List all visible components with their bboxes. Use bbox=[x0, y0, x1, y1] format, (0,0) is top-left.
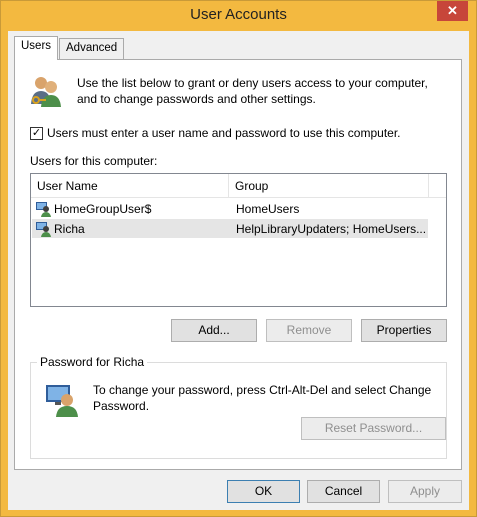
users-listview[interactable]: User Name Group HomeGroupUser$ HomeUsers bbox=[30, 173, 447, 307]
tab-advanced-label: Advanced bbox=[66, 42, 118, 54]
cancel-button[interactable]: Cancel bbox=[307, 480, 380, 503]
user-name-cell: HomeGroupUser$ bbox=[54, 202, 152, 216]
column-separator[interactable] bbox=[428, 174, 429, 198]
tab-advanced[interactable]: Advanced bbox=[59, 38, 125, 59]
table-row[interactable]: HomeGroupUser$ HomeUsers bbox=[32, 199, 428, 218]
listview-header: User Name Group bbox=[31, 174, 446, 198]
user-password-icon bbox=[46, 385, 78, 417]
users-tab-panel: Use the list below to grant or deny user… bbox=[14, 59, 462, 470]
password-group-title: Password for Richa bbox=[37, 355, 148, 369]
title-bar[interactable]: User Accounts ✕ bbox=[1, 1, 476, 31]
users-list-caption: Users for this computer: bbox=[30, 154, 158, 168]
column-separator[interactable] bbox=[228, 174, 229, 198]
user-account-icon bbox=[36, 202, 51, 217]
user-accounts-window: User Accounts ✕ Users Advanced Use the l… bbox=[0, 0, 477, 517]
column-header-group[interactable]: Group bbox=[235, 179, 268, 193]
apply-button[interactable]: Apply bbox=[388, 480, 462, 503]
reset-password-button[interactable]: Reset Password... bbox=[301, 417, 446, 440]
user-name-cell: Richa bbox=[54, 222, 85, 236]
require-login-row[interactable]: ✓ Users must enter a user name and passw… bbox=[30, 126, 401, 140]
ok-button[interactable]: OK bbox=[227, 480, 300, 503]
add-user-button[interactable]: Add... bbox=[171, 319, 257, 342]
require-login-checkbox[interactable]: ✓ bbox=[30, 126, 43, 140]
close-button[interactable]: ✕ bbox=[437, 1, 468, 21]
column-header-user-name[interactable]: User Name bbox=[37, 179, 98, 193]
table-row[interactable]: Richa HelpLibraryUpdaters; HomeUsers... bbox=[32, 219, 428, 238]
tab-users[interactable]: Users bbox=[14, 36, 59, 60]
properties-button[interactable]: Properties bbox=[361, 319, 447, 342]
tab-users-label: Users bbox=[21, 40, 52, 52]
users-keys-icon bbox=[31, 77, 61, 107]
close-icon: ✕ bbox=[447, 3, 458, 18]
intro-text: Use the list below to grant or deny user… bbox=[77, 76, 428, 106]
group-cell: HomeUsers bbox=[236, 202, 300, 216]
password-groupbox: Password for Richa To change your passwo… bbox=[30, 355, 447, 459]
window-title: User Accounts bbox=[190, 6, 287, 23]
user-account-icon bbox=[36, 222, 51, 237]
require-login-label: Users must enter a user name and passwor… bbox=[47, 126, 401, 140]
group-cell: HelpLibraryUpdaters; HomeUsers... bbox=[236, 222, 427, 236]
password-instructions: To change your password, press Ctrl-Alt-… bbox=[93, 383, 432, 413]
checkmark-icon: ✓ bbox=[31, 126, 42, 139]
dialog-client-area: Users Advanced Use the list below to gra… bbox=[8, 31, 469, 510]
remove-user-button[interactable]: Remove bbox=[266, 319, 352, 342]
